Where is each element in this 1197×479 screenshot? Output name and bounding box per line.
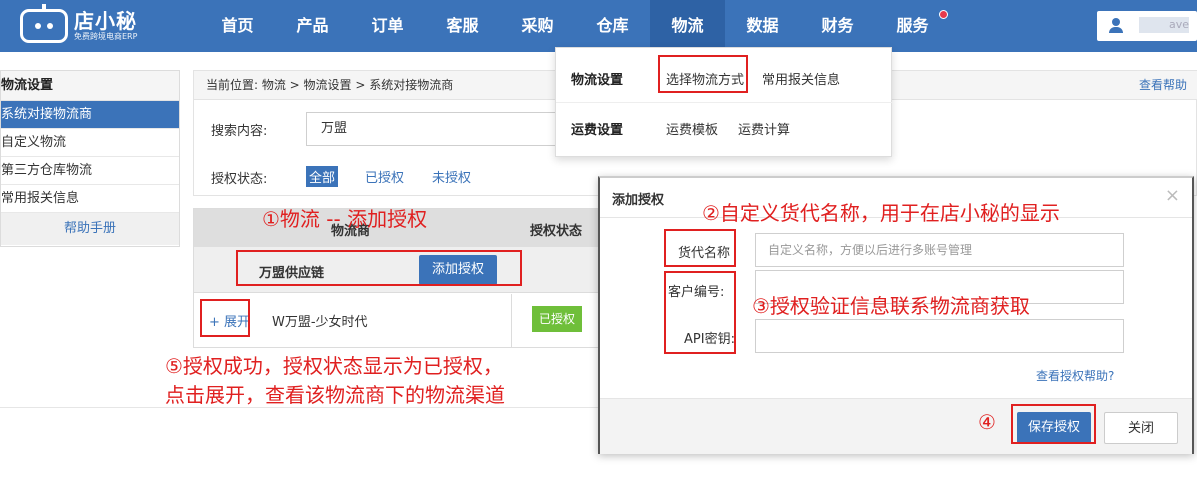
brand-logo[interactable]: 店小秘 免费跨境电商ERP [20,4,137,48]
user-menu[interactable]: ave [1097,11,1197,41]
sidebar-title: 物流设置 [1,71,179,101]
filter-unauthorized[interactable]: 未授权 [429,166,474,187]
menu-item-freight-template[interactable]: 运费模板 [666,119,718,138]
column-header-auth-status: 授权状态 [530,224,583,239]
nav-warehouse[interactable]: 仓库 [575,0,650,52]
brand-tagline: 免费跨境电商ERP [74,32,138,41]
annotation-step-4: ④ [978,410,996,434]
highlight-auth-fields [664,271,736,354]
nav-purchase[interactable]: 采购 [500,0,575,52]
user-icon [1109,18,1123,34]
auth-status-label: 授权状态: [211,172,268,187]
highlight-add-authorization [236,250,522,286]
sidebar-item-customs-info[interactable]: 常用报关信息 [1,185,179,213]
annotation-step-5-line1: ⑤授权成功，授权状态显示为已授权， [165,354,503,378]
sidebar-item-system-carriers[interactable]: 系统对接物流商 [1,101,179,129]
top-navbar: 店小秘 免费跨境电商ERP 首页 产品 订单 客服 采购 仓库 物流 数据 财务… [0,0,1197,52]
nav-customer-service[interactable]: 客服 [425,0,500,52]
close-icon[interactable]: × [1165,185,1180,206]
dialog-footer: 保存授权 关闭 [600,398,1192,454]
nav-home[interactable]: 首页 [200,0,275,52]
filter-all[interactable]: 全部 [306,166,339,187]
view-help-link[interactable]: 查看帮助 [1139,71,1187,99]
annotation-step-3: ③授权验证信息联系物流商获取 [752,294,1030,318]
provider-name: W万盟-少女时代 [272,315,368,330]
highlight-save [1011,404,1096,444]
api-key-input[interactable] [755,319,1124,353]
nav-finance[interactable]: 财务 [800,0,875,52]
menu-item-freight-calculation[interactable]: 运费计算 [738,119,790,138]
status-badge: 已授权 [532,306,582,332]
nav-orders[interactable]: 订单 [350,0,425,52]
dropdown-heading-freight-settings: 运费设置 [571,123,624,138]
brand-name: 店小秘 [74,9,137,33]
breadcrumb-text: 当前位置: 物流 > 物流设置 > 系统对接物流商 [206,78,454,92]
column-divider [511,294,512,347]
robot-logo-icon [20,4,68,43]
nav-service[interactable]: 服务 [875,0,950,52]
annotation-step-1: ①物流 -- 添加授权 [262,207,428,231]
authorization-help-link[interactable]: 查看授权帮助? [1036,367,1114,384]
highlight-forwarder-name [664,229,736,267]
user-name: ave [1139,17,1189,33]
menu-item-customs-info[interactable]: 常用报关信息 [762,69,840,88]
filter-authorized[interactable]: 已授权 [362,166,407,187]
sidebar: 物流设置 系统对接物流商 自定义物流 第三方仓库物流 常用报关信息 帮助手册 [0,70,180,247]
notification-dot-icon [939,10,948,19]
close-button[interactable]: 关闭 [1104,412,1178,444]
forwarder-name-input[interactable]: 自定义名称，方便以后进行多账号管理 [755,233,1124,267]
annotation-step-2: ②自定义货代名称，用于在店小秘的显示 [702,201,1060,225]
annotation-step-5-line2: 点击展开，查看该物流商下的物流渠道 [165,383,505,407]
nav-logistics[interactable]: 物流 [650,0,725,52]
nav-products[interactable]: 产品 [275,0,350,52]
dropdown-row-freight-settings: 运费设置 运费模板 运费计算 [556,103,893,153]
highlight-expand [200,299,250,337]
table-row: + 展开 W万盟-少女时代 已授权 [194,294,607,347]
dropdown-heading-logistics-settings: 物流设置 [571,73,624,88]
search-label: 搜索内容: [211,124,268,139]
sidebar-item-custom-logistics[interactable]: 自定义物流 [1,129,179,157]
highlight-select-method [658,55,748,93]
sidebar-help-link[interactable]: 帮助手册 [1,213,179,245]
main-nav: 首页 产品 订单 客服 采购 仓库 物流 数据 财务 服务 [200,0,950,52]
nav-service-label: 服务 [896,16,929,35]
sidebar-item-third-party-warehouse[interactable]: 第三方仓库物流 [1,157,179,185]
dialog-title: 添加授权 [612,193,665,208]
nav-data[interactable]: 数据 [725,0,800,52]
